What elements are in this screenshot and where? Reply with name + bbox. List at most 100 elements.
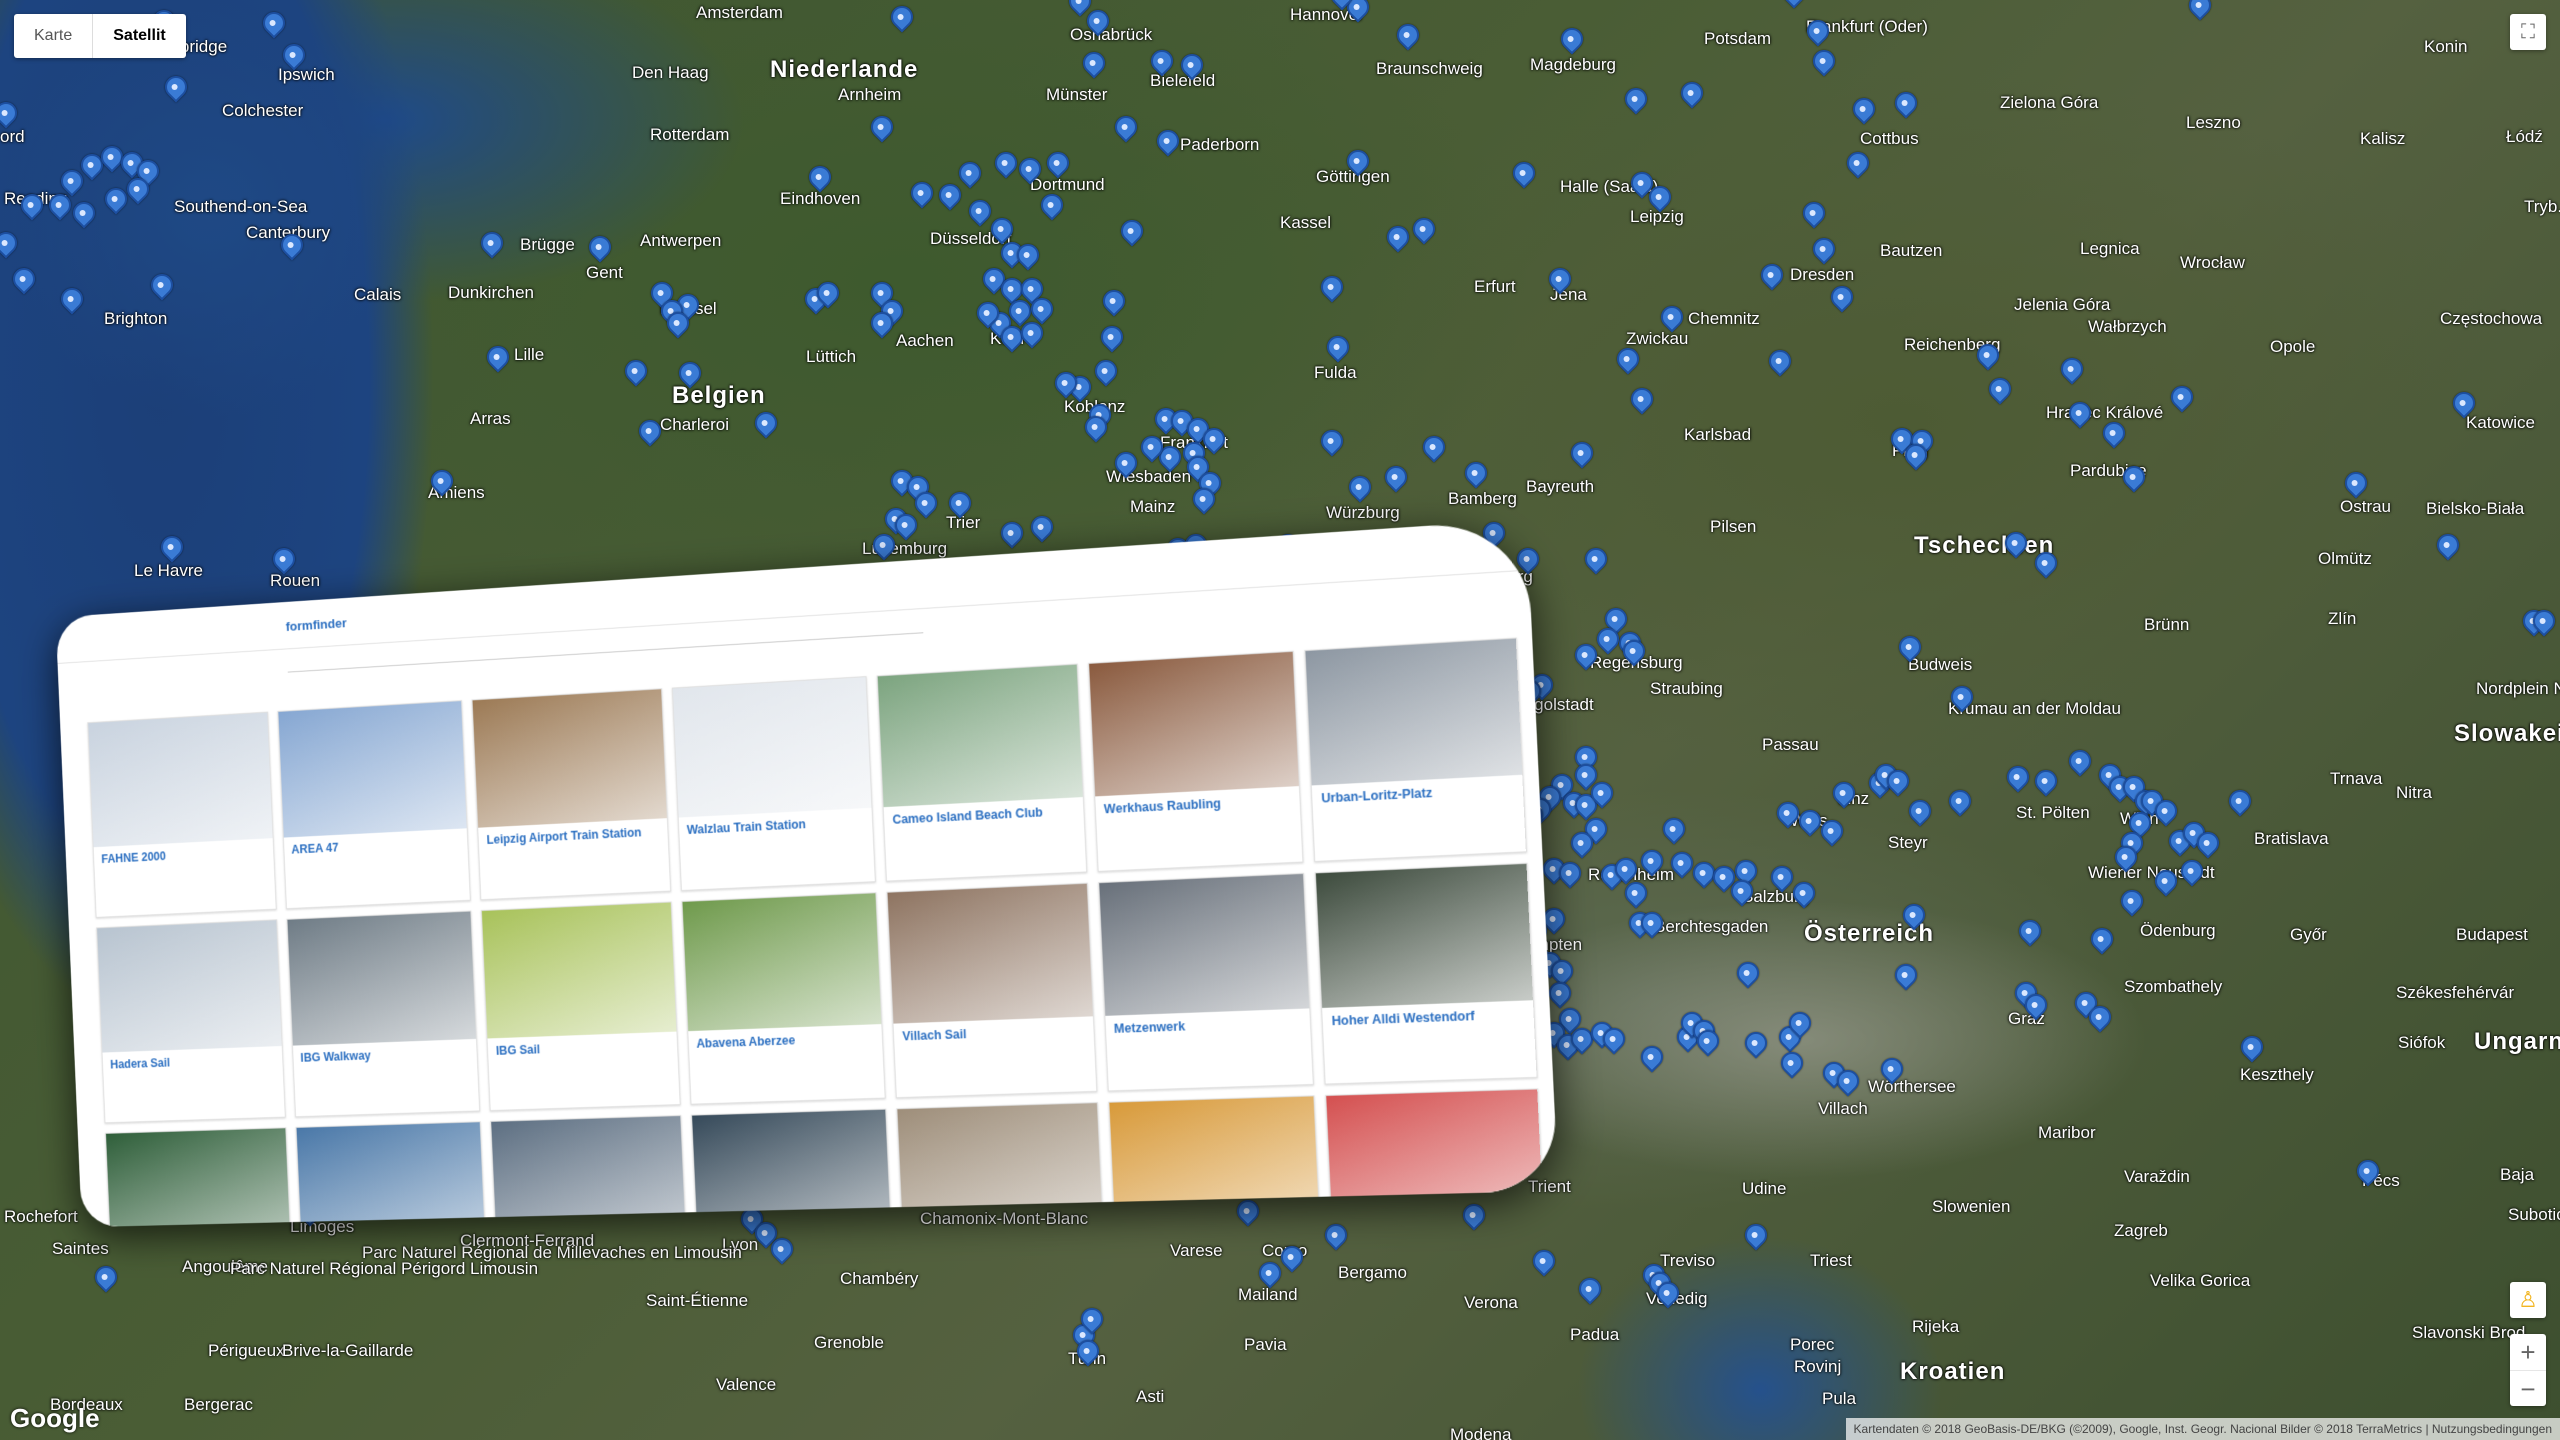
map-marker-icon[interactable] <box>482 341 514 373</box>
map-marker-icon[interactable] <box>1984 373 2016 405</box>
map-marker-icon[interactable] <box>866 111 898 143</box>
map-marker-icon[interactable] <box>750 407 782 439</box>
city-label: Legnica <box>2080 239 2140 258</box>
map-marker-icon[interactable] <box>1408 213 1440 245</box>
map-marker-icon[interactable] <box>1116 215 1148 247</box>
map-marker-icon[interactable] <box>1658 813 1690 845</box>
map-marker-icon[interactable] <box>2432 529 2464 561</box>
map-type-map-button[interactable]: Karte <box>14 14 92 58</box>
map-marker-icon[interactable] <box>2166 381 2198 413</box>
map-marker-icon[interactable] <box>954 157 986 189</box>
map-marker-icon[interactable] <box>906 177 938 209</box>
city-label: Pula <box>1822 1389 1857 1408</box>
map-marker-icon[interactable] <box>1392 19 1424 51</box>
map-marker-icon[interactable] <box>1078 47 1110 79</box>
map-marker-icon[interactable] <box>804 161 836 193</box>
city-label: St. Pölten <box>2016 803 2090 822</box>
map-marker-icon[interactable] <box>1098 285 1130 317</box>
map-marker-icon[interactable] <box>1026 511 1058 543</box>
map-marker-icon[interactable] <box>1676 77 1708 109</box>
map-marker-icon[interactable] <box>1344 471 1376 503</box>
map-marker-icon[interactable] <box>2340 467 2372 499</box>
map-marker-icon[interactable] <box>2030 765 2062 797</box>
map-marker-icon[interactable] <box>1574 1273 1606 1305</box>
map-marker-icon[interactable] <box>2056 353 2088 385</box>
map-marker-icon[interactable] <box>1904 795 1936 827</box>
street-view-button[interactable]: ♙ <box>2510 1282 2546 1318</box>
map-marker-icon[interactable] <box>1090 355 1122 387</box>
map-type-control: Karte Satellit <box>14 14 186 58</box>
city-label: Siófok <box>2398 1033 2446 1052</box>
map-marker-icon[interactable] <box>1808 233 1840 265</box>
map-marker-icon[interactable] <box>1232 1195 1264 1227</box>
project-card: IBG Sail <box>480 901 681 1112</box>
map-marker-icon[interactable] <box>90 1261 122 1293</box>
map-marker-icon[interactable] <box>964 195 996 227</box>
fullscreen-button[interactable]: ⛶ <box>2510 14 2546 50</box>
map-marker-icon[interactable] <box>1458 1199 1490 1231</box>
map-marker-icon[interactable] <box>1528 1245 1560 1277</box>
map-marker-icon[interactable] <box>1778 0 1810 9</box>
city-label: Bautzen <box>1880 241 1943 260</box>
map-marker-icon[interactable] <box>1848 93 1880 125</box>
map-marker-icon[interactable] <box>1890 87 1922 119</box>
city-label: Grenoble <box>814 1333 884 1352</box>
map-marker-icon[interactable] <box>2064 745 2096 777</box>
city-label: Leszno <box>2186 113 2241 132</box>
map-marker-icon[interactable] <box>2184 0 2216 21</box>
map-marker-icon[interactable] <box>1566 437 1598 469</box>
map-marker-icon[interactable] <box>1842 147 1874 179</box>
map-marker-icon[interactable] <box>2098 417 2130 449</box>
map-marker-icon[interactable] <box>1612 343 1644 375</box>
zoom-out-button[interactable]: − <box>2510 1370 2546 1407</box>
map-marker-icon[interactable] <box>2224 785 2256 817</box>
map-marker-icon[interactable] <box>156 531 188 563</box>
map-marker-icon[interactable] <box>1418 431 1450 463</box>
map-marker-icon[interactable] <box>1110 111 1142 143</box>
map-marker-icon[interactable] <box>1626 383 1658 415</box>
map-marker-icon[interactable] <box>476 227 508 259</box>
city-label: Wałbrzych <box>2088 317 2167 336</box>
city-label: Olmütz <box>2318 549 2372 568</box>
country-label: Ungarn <box>2474 1028 2560 1055</box>
map-marker-icon[interactable] <box>268 543 300 575</box>
zoom-in-button[interactable]: + <box>2510 1334 2546 1370</box>
map-type-satellite-button[interactable]: Satellit <box>92 14 185 58</box>
map-marker-icon[interactable] <box>1042 147 1074 179</box>
map-marker-icon[interactable] <box>1656 301 1688 333</box>
map-marker-icon[interactable] <box>2002 761 2034 793</box>
map-marker-icon[interactable] <box>1826 281 1858 313</box>
map-marker-icon[interactable] <box>1764 345 1796 377</box>
map-marker-icon[interactable] <box>620 355 652 387</box>
map-marker-icon[interactable] <box>2236 1031 2268 1063</box>
map-marker-icon[interactable] <box>1316 425 1348 457</box>
map-marker-icon[interactable] <box>1944 785 1976 817</box>
map-marker-icon[interactable] <box>1316 271 1348 303</box>
map-marker-icon[interactable] <box>1556 23 1588 55</box>
city-label: Brügge <box>520 235 575 254</box>
map-marker-icon[interactable] <box>1322 331 1354 363</box>
map-marker-icon[interactable] <box>1798 197 1830 229</box>
map-marker-icon[interactable] <box>1254 1257 1286 1289</box>
map-marker-icon[interactable] <box>1036 189 1068 221</box>
map-attribution[interactable]: Kartendaten © 2018 GeoBasis-DE/BKG (©200… <box>1845 1418 2560 1440</box>
map-marker-icon[interactable] <box>1460 457 1492 489</box>
map-marker-icon[interactable] <box>1382 221 1414 253</box>
map-marker-icon[interactable] <box>1580 543 1612 575</box>
map-marker-icon[interactable] <box>1508 157 1540 189</box>
map-marker-icon[interactable] <box>1152 125 1184 157</box>
map-marker-icon[interactable] <box>1380 461 1412 493</box>
map-marker-icon[interactable] <box>1756 259 1788 291</box>
map-marker-icon[interactable] <box>996 517 1028 549</box>
map-marker-icon[interactable] <box>886 1 918 33</box>
city-label: Triest <box>1810 1251 1852 1270</box>
city-label: Würzburg <box>1326 503 1400 522</box>
map-marker-icon[interactable] <box>1320 1219 1352 1251</box>
map-marker-icon[interactable] <box>1808 45 1840 77</box>
map-marker-icon[interactable] <box>990 147 1022 179</box>
map-marker-icon[interactable] <box>1620 83 1652 115</box>
map-marker-icon[interactable] <box>1096 321 1128 353</box>
map-marker-icon[interactable] <box>1740 1219 1772 1251</box>
map-marker-icon[interactable] <box>584 231 616 263</box>
map-marker-icon[interactable] <box>934 179 966 211</box>
